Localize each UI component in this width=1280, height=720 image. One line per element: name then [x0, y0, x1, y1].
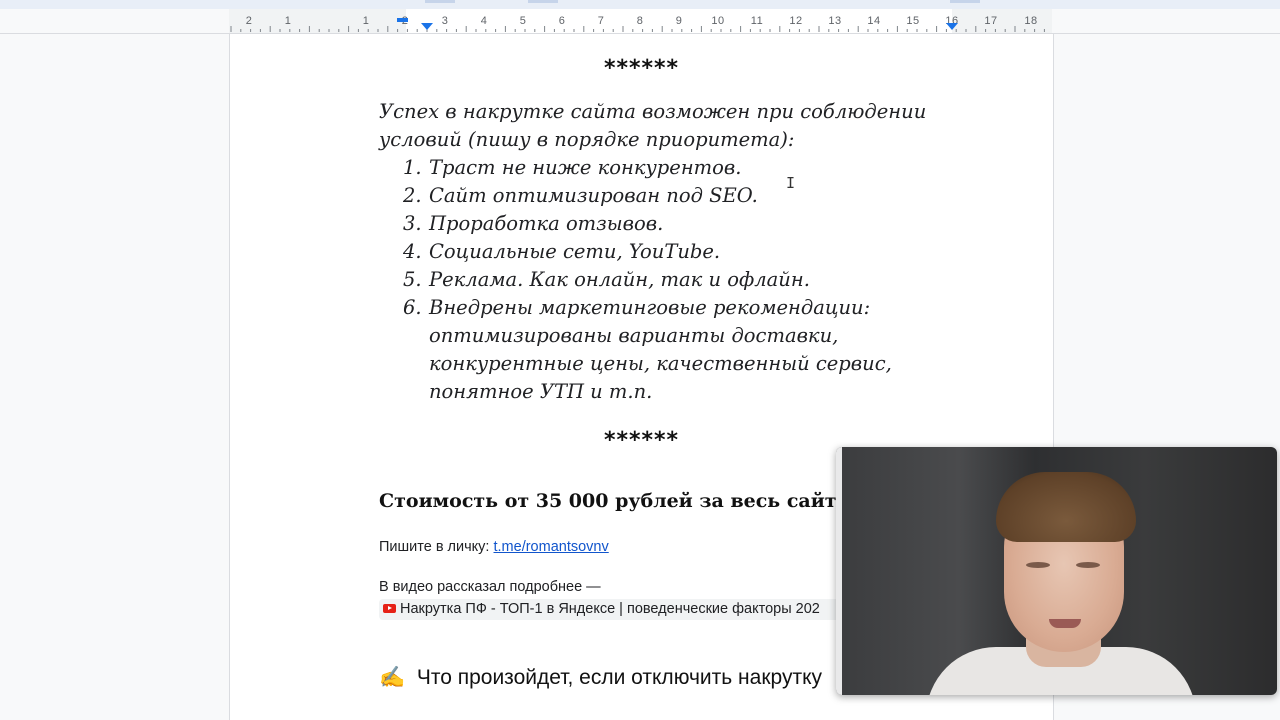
toolbar-indicator — [528, 0, 558, 3]
list-item-number: 4. — [403, 240, 422, 263]
contact-prefix: Пишите в личку: — [379, 539, 494, 555]
toolbar-indicator — [950, 0, 980, 3]
webcam-video-overlay[interactable] — [836, 447, 1277, 695]
list-item-text: Внедрены маркетинговые рекомендации: опт… — [429, 296, 892, 403]
horizontal-ruler[interactable]: 21123456789101112131415161718 — [0, 9, 1280, 34]
conditions-list: 1. Траст не ниже конкурентов. 2. Сайт оптим… — [379, 154, 999, 406]
list-item-number: 2. — [403, 184, 422, 207]
first-line-indent-marker[interactable] — [397, 18, 408, 22]
video-person-eye — [1076, 562, 1100, 568]
list-item-text: Траст не ниже конкурентов. — [429, 156, 742, 179]
video-left-edge — [836, 447, 842, 695]
next-section-heading: ✍ Что произойдет, если отключить накрутк… — [379, 666, 822, 690]
ruler-indent-markers — [397, 18, 958, 30]
list-item: 5. Реклама. Как онлайн, так и офлайн. — [379, 266, 999, 294]
list-item-text: Реклама. Как онлайн, так и офлайн. — [429, 268, 810, 291]
list-item-number: 3. — [403, 212, 422, 235]
telegram-link[interactable]: t.me/romantsovnv — [494, 539, 609, 555]
list-item-text: Проработка отзывов. — [429, 212, 664, 235]
list-item-text: Социальные сети, YouTube. — [429, 240, 721, 263]
list-item: 6. Внедрены маркетинговые рекомендации: о… — [379, 294, 999, 406]
video-person-eye — [1026, 562, 1050, 568]
video-person-mouth — [1049, 619, 1081, 628]
intro-paragraph: Успех в накрутке сайта возможен при собл… — [379, 100, 927, 151]
next-section-title: Что произойдет, если отключить накрутку — [416, 666, 822, 689]
list-item-number: 6. — [403, 296, 422, 319]
youtube-smart-chip[interactable]: Накрутка ПФ - ТОП-1 в Яндексе | поведенч… — [379, 599, 843, 620]
list-item: 2. Сайт оптимизирован под SEO. — [379, 182, 999, 210]
right-indent-marker-icon[interactable] — [946, 23, 958, 30]
video-note: В видео рассказал подробнее — — [379, 579, 601, 595]
youtube-chip-title: Накрутка ПФ - ТОП-1 в Яндексе | поведенч… — [400, 601, 820, 617]
top-toolbar-strip — [0, 0, 1280, 9]
list-item-number: 5. — [403, 268, 422, 291]
left-indent-marker-icon[interactable] — [421, 23, 433, 30]
list-item-number: 1. — [403, 156, 422, 179]
list-item: 1. Траст не ниже конкурентов. — [379, 154, 999, 182]
youtube-icon — [383, 604, 396, 613]
separator-stars-top: ****** — [603, 56, 680, 81]
text-cursor-icon: I — [786, 174, 796, 192]
price-heading: Стоимость от 35 000 рублей за весь сайт. — [379, 490, 844, 512]
toolbar-indicator — [425, 0, 455, 3]
list-item: 4. Социальные сети, YouTube. — [379, 238, 999, 266]
writing-hand-emoji: ✍ — [379, 666, 406, 689]
contact-line: Пишите в личку: t.me/romantsovnv — [379, 539, 609, 555]
list-item: 3. Проработка отзывов. — [379, 210, 999, 238]
list-item-text: Сайт оптимизирован под SEO. — [429, 184, 758, 207]
video-person-hair — [996, 472, 1136, 542]
